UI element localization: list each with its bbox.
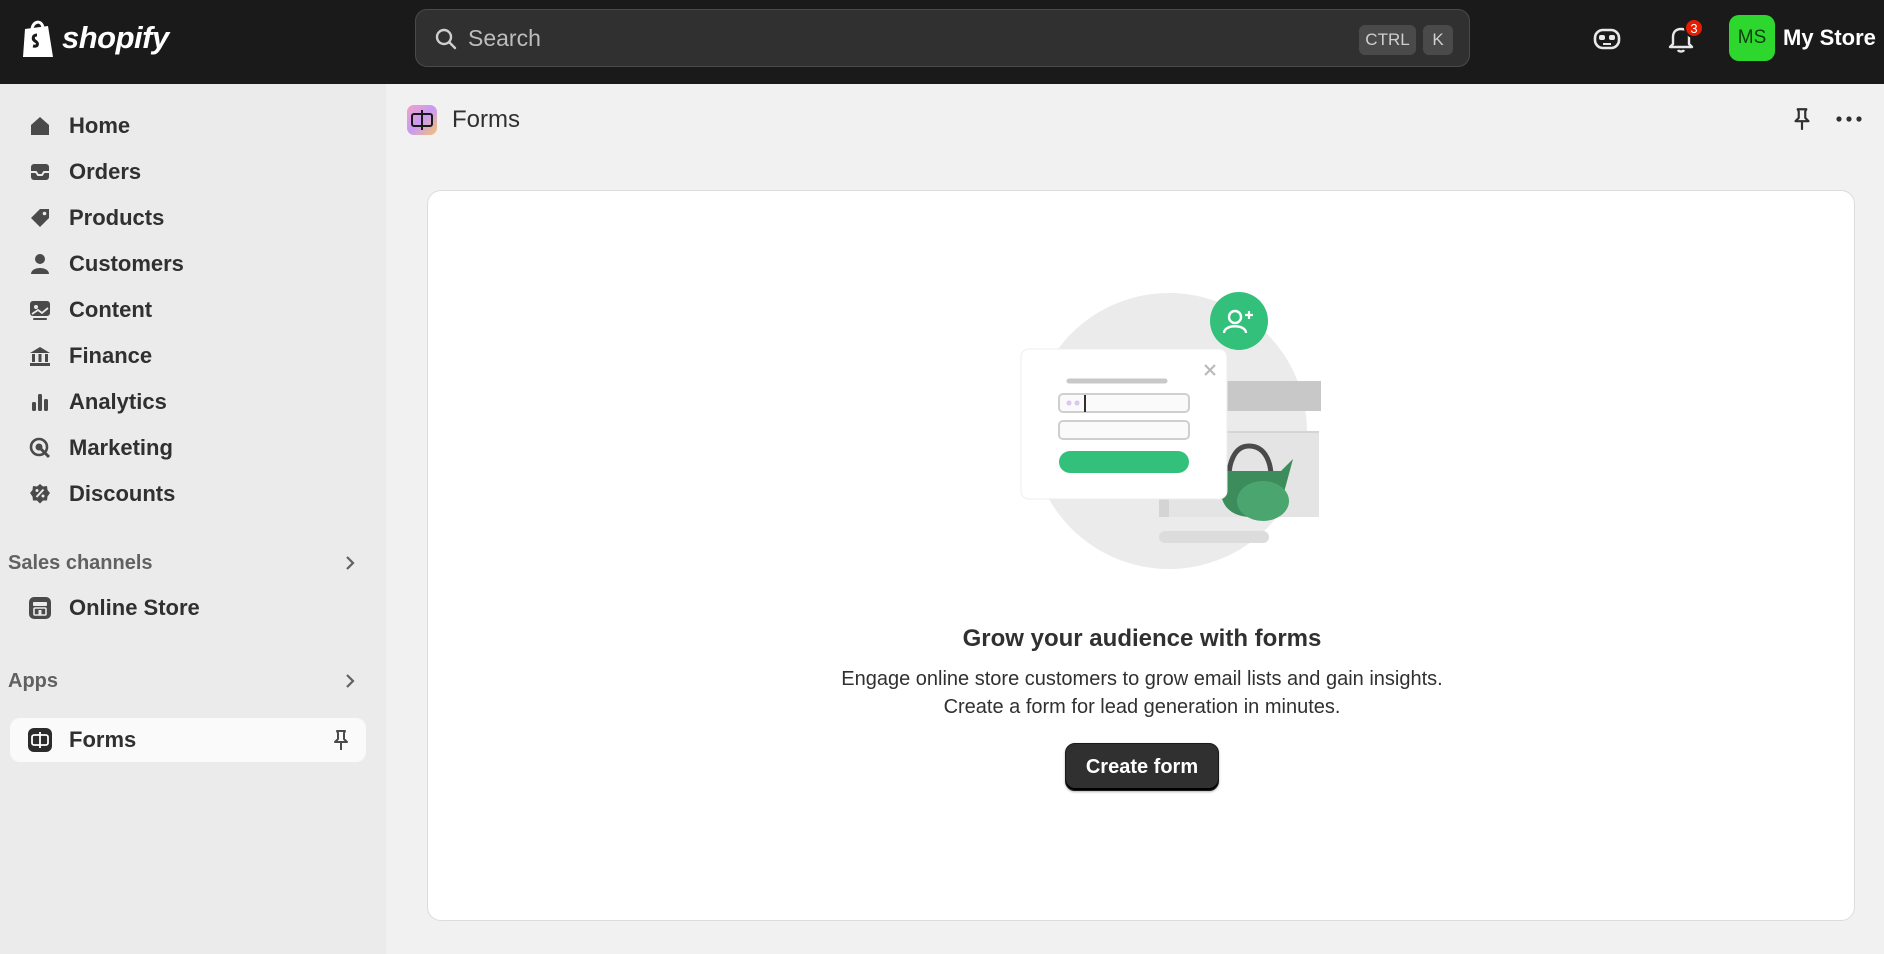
top-bar: shopify CTRL K 3 MS My Store bbox=[0, 0, 1884, 84]
sidebar-item-online-store[interactable]: Online Store bbox=[10, 586, 366, 630]
forms-app-icon bbox=[407, 105, 437, 135]
sidebar-item-label: Products bbox=[69, 205, 165, 230]
create-form-button[interactable]: Create form bbox=[1065, 743, 1219, 791]
sidebar-item-label: Online Store bbox=[69, 595, 200, 620]
notifications-button[interactable]: 3 bbox=[1664, 18, 1704, 56]
store-avatar: MS bbox=[1729, 15, 1775, 61]
sidebar-item-marketing[interactable]: Marketing bbox=[10, 426, 366, 470]
sidebar-item-label: Home bbox=[69, 113, 131, 138]
sidebar-item-label: Discounts bbox=[69, 481, 176, 506]
person-icon bbox=[26, 250, 54, 278]
forms-illustration bbox=[1020, 292, 1321, 569]
description-line-1: Engage online store customers to grow em… bbox=[841, 668, 1443, 690]
description-line-2: Create a form for lead generation in min… bbox=[943, 696, 1341, 718]
tag-icon bbox=[26, 204, 54, 232]
sidebar-item-label: Content bbox=[69, 297, 153, 322]
shortcut-k-key: K bbox=[1423, 25, 1453, 55]
bank-icon bbox=[26, 342, 54, 370]
more-actions-icon[interactable] bbox=[1836, 114, 1862, 124]
sidebar-item-label: Marketing bbox=[69, 435, 173, 460]
search-bar[interactable]: CTRL K bbox=[415, 9, 1470, 67]
inbox-icon bbox=[26, 158, 54, 186]
store-icon bbox=[26, 594, 54, 622]
store-menu[interactable]: MS My Store bbox=[1729, 15, 1876, 61]
page-title: Forms bbox=[452, 106, 520, 133]
empty-state-title: Grow your audience with forms bbox=[962, 625, 1322, 652]
sidebar-item-forms[interactable]: Forms bbox=[10, 718, 366, 762]
sidebar: Home Orders Products Customers Content F… bbox=[0, 84, 386, 954]
image-icon bbox=[26, 296, 54, 324]
sales-channels-label: Sales channels bbox=[8, 551, 153, 574]
chevron-right-icon bbox=[346, 556, 355, 570]
target-icon bbox=[26, 434, 54, 462]
page-header: Forms bbox=[406, 104, 520, 136]
empty-state-description: Engage online store customers to grow em… bbox=[428, 665, 1856, 721]
sidebar-item-label: Customers bbox=[69, 251, 184, 276]
sidebar-item-label: Orders bbox=[69, 159, 142, 184]
apps-header[interactable]: Apps bbox=[8, 666, 364, 696]
store-name: My Store bbox=[1783, 25, 1876, 50]
brand-wordmark: shopify bbox=[62, 20, 169, 55]
chevron-right-icon bbox=[346, 674, 355, 688]
pin-icon[interactable] bbox=[1790, 106, 1814, 132]
sidebar-item-label: Finance bbox=[69, 343, 153, 368]
shopify-logo[interactable]: shopify bbox=[20, 16, 169, 60]
forms-icon bbox=[26, 726, 54, 754]
sidebar-item-home[interactable]: Home bbox=[10, 104, 366, 148]
home-icon bbox=[26, 112, 54, 140]
sidebar-item-label: Forms bbox=[69, 727, 137, 752]
discount-icon bbox=[26, 480, 54, 508]
apps-label: Apps bbox=[8, 669, 58, 692]
sidekick-icon bbox=[1593, 28, 1621, 50]
bar-chart-icon bbox=[26, 388, 54, 416]
sidebar-item-analytics[interactable]: Analytics bbox=[10, 380, 366, 424]
sidebar-item-customers[interactable]: Customers bbox=[10, 242, 366, 286]
sidebar-item-label: Analytics bbox=[69, 389, 167, 414]
shortcut-ctrl-key: CTRL bbox=[1359, 25, 1416, 55]
header-actions bbox=[1790, 106, 1862, 132]
sidebar-item-content[interactable]: Content bbox=[10, 288, 366, 332]
notification-count-badge: 3 bbox=[1684, 18, 1704, 38]
sales-channels-header[interactable]: Sales channels bbox=[8, 548, 364, 578]
sidebar-item-orders[interactable]: Orders bbox=[10, 150, 366, 194]
sidekick-button[interactable] bbox=[1590, 22, 1624, 56]
sidebar-item-discounts[interactable]: Discounts bbox=[10, 472, 366, 516]
empty-state-card: Grow your audience with forms Engage onl… bbox=[427, 190, 1855, 921]
sidebar-item-products[interactable]: Products bbox=[10, 196, 366, 240]
pin-icon[interactable] bbox=[330, 728, 352, 752]
search-icon bbox=[435, 28, 457, 50]
sidebar-item-finance[interactable]: Finance bbox=[10, 334, 366, 378]
shopify-bag-icon bbox=[23, 20, 53, 57]
search-input[interactable] bbox=[468, 19, 1288, 57]
